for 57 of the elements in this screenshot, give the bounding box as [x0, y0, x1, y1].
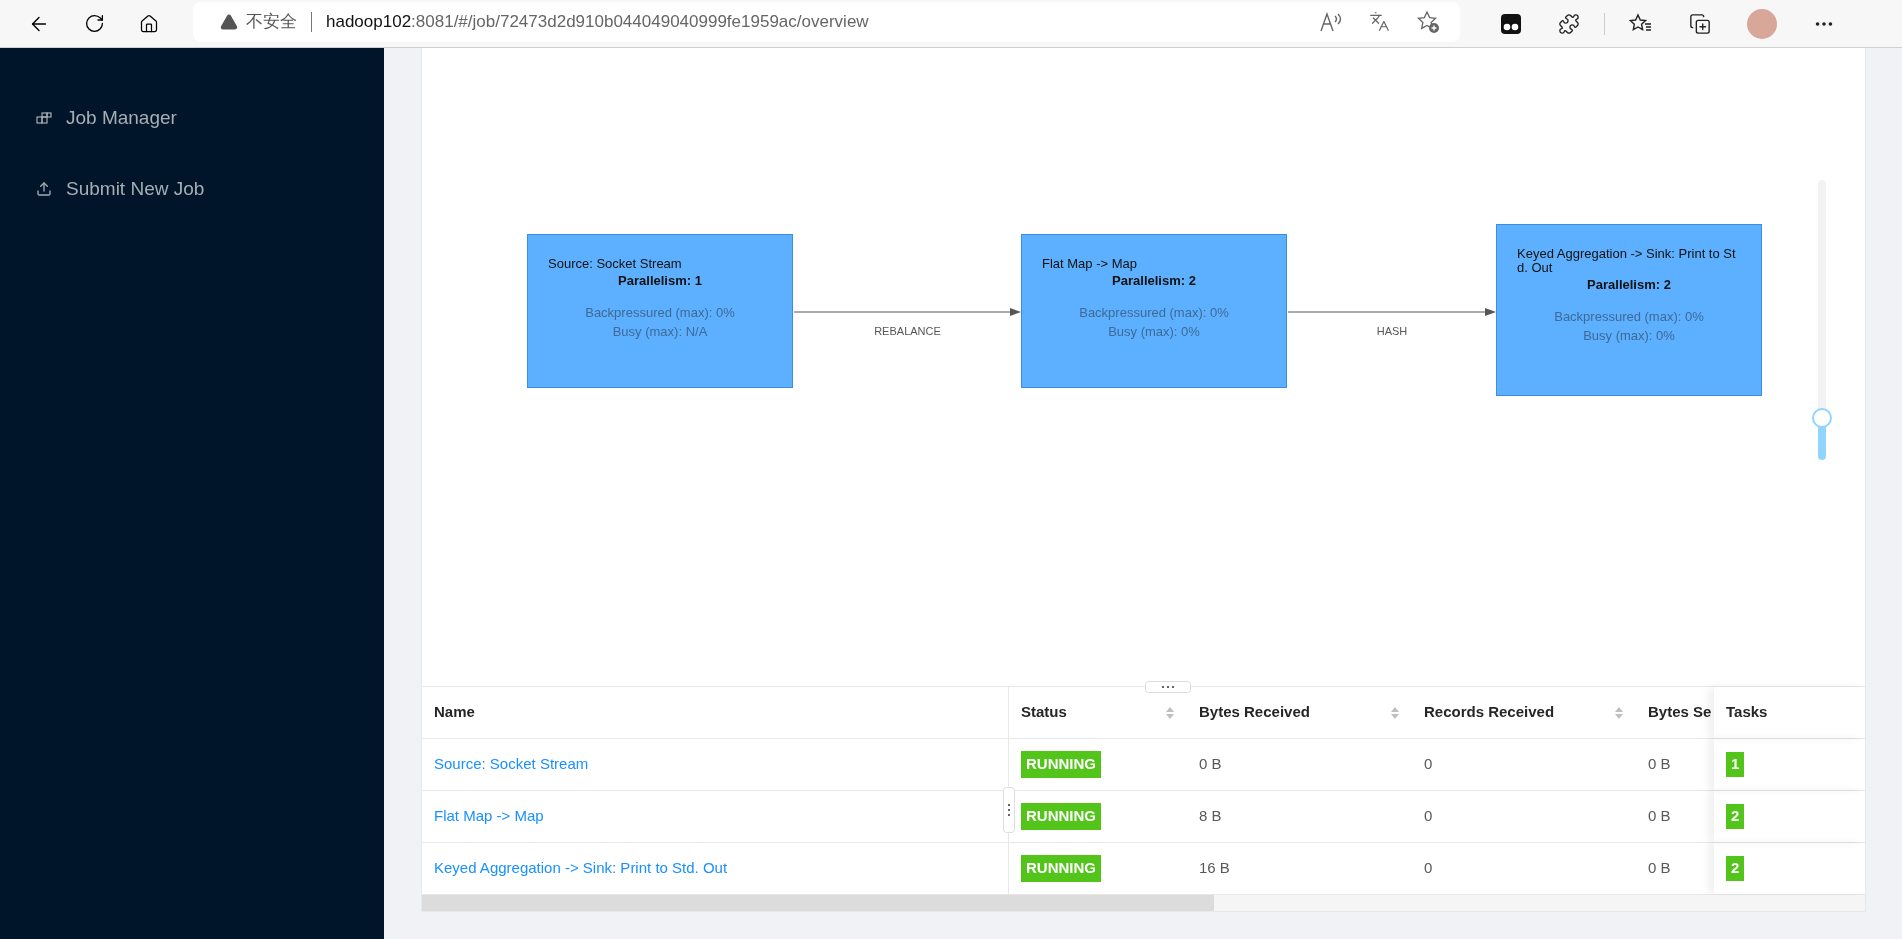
node-parallelism: Parallelism: 2 [1586, 276, 1672, 294]
extensions-icon[interactable] [1558, 12, 1580, 35]
app-icon[interactable] [1500, 12, 1522, 35]
address-bar[interactable]: 不安全 hadoop102:8081/#/job/72473d2d910b044049040999fe1959ac/overview [193, 1, 1460, 42]
node-busy: Busy (max): 0% [1582, 327, 1676, 345]
blocks-icon [36, 112, 52, 124]
url-text: hadoop102:8081/#/job/72473d2d910b044049040999fe1959ac/overview [326, 10, 869, 33]
translate-icon[interactable] [1369, 11, 1390, 32]
status-badge: RUNNING [1021, 855, 1101, 882]
table-cell-text: 0 B [1199, 754, 1222, 775]
resize-handle[interactable] [1145, 681, 1191, 693]
table-cell-text: 0 B [1648, 754, 1671, 775]
reload-icon[interactable] [84, 13, 105, 34]
node-busy: Busy (max): 0% [1107, 323, 1201, 341]
task-count-badge: 1 [1726, 752, 1745, 777]
sidebar-item[interactable]: Job Manager [66, 103, 177, 133]
column-header[interactable]: Bytes Received [1199, 701, 1310, 724]
table-cell-text: 0 B [1648, 806, 1671, 827]
collections-icon[interactable] [1689, 12, 1711, 35]
node-title: Flat Map -> Map [1042, 257, 1138, 271]
node-title: Keyed Aggregation -> Sink: Print to Std. Out [1517, 247, 1737, 275]
column-header[interactable]: Bytes Se [1648, 701, 1712, 724]
node-busy: Busy (max): N/A [611, 323, 709, 341]
operator-node[interactable]: Keyed Aggregation -> Sink: Print to Std. Out Parallelism: 2 Backpressured (max): 0% Busy (max): 0% [1496, 224, 1762, 396]
operator-node[interactable]: Source: Socket Stream Parallelism: 1 Backpressured (max): 0% Busy (max): N/A [527, 234, 793, 388]
home-icon[interactable] [139, 13, 159, 34]
security-label: 不安全 [246, 10, 297, 33]
status-badge: RUNNING [1021, 803, 1101, 830]
table-cell-text: 0 B [1648, 858, 1671, 879]
task-count-badge: 2 [1726, 804, 1745, 829]
slider-thumb[interactable] [1812, 408, 1832, 428]
column-header[interactable]: Name [434, 701, 475, 724]
node-backpressure: Backpressured (max): 0% [1553, 307, 1705, 326]
column-header[interactable]: Tasks [1726, 701, 1768, 724]
edge-label: HASH [1376, 324, 1408, 339]
node-parallelism: Parallelism: 2 [1111, 272, 1197, 290]
upload-icon [36, 181, 52, 197]
status-badge: RUNNING [1021, 751, 1101, 778]
table-cell-text: 0 [1424, 754, 1433, 775]
node-backpressure: Backpressured (max): 0% [584, 303, 736, 322]
read-aloud-icon[interactable] [1319, 11, 1343, 32]
node-title: Source: Socket Stream [548, 257, 683, 271]
table-cell-text: 0 [1424, 858, 1433, 879]
edge-label: REBALANCE [874, 324, 941, 339]
column-header[interactable]: Records Received [1424, 701, 1555, 724]
table-cell-text: 16 B [1199, 858, 1230, 879]
table-cell-text: 0 [1424, 806, 1433, 827]
table-cell-text: 8 B [1199, 806, 1222, 827]
node-backpressure: Backpressured (max): 0% [1078, 303, 1230, 322]
task-count-badge: 2 [1726, 856, 1745, 881]
column-header[interactable]: Status [1021, 701, 1067, 724]
sidebar-item[interactable]: Submit New Job [66, 174, 205, 204]
column-resize-handle[interactable] [1003, 787, 1015, 833]
scrollbar-thumb[interactable] [422, 895, 1214, 911]
add-favorite-icon[interactable] [1416, 9, 1440, 34]
operator-node[interactable]: Flat Map -> Map Parallelism: 2 Backpressured (max): 0% Busy (max): 0% [1021, 234, 1287, 388]
node-parallelism: Parallelism: 1 [617, 272, 703, 290]
